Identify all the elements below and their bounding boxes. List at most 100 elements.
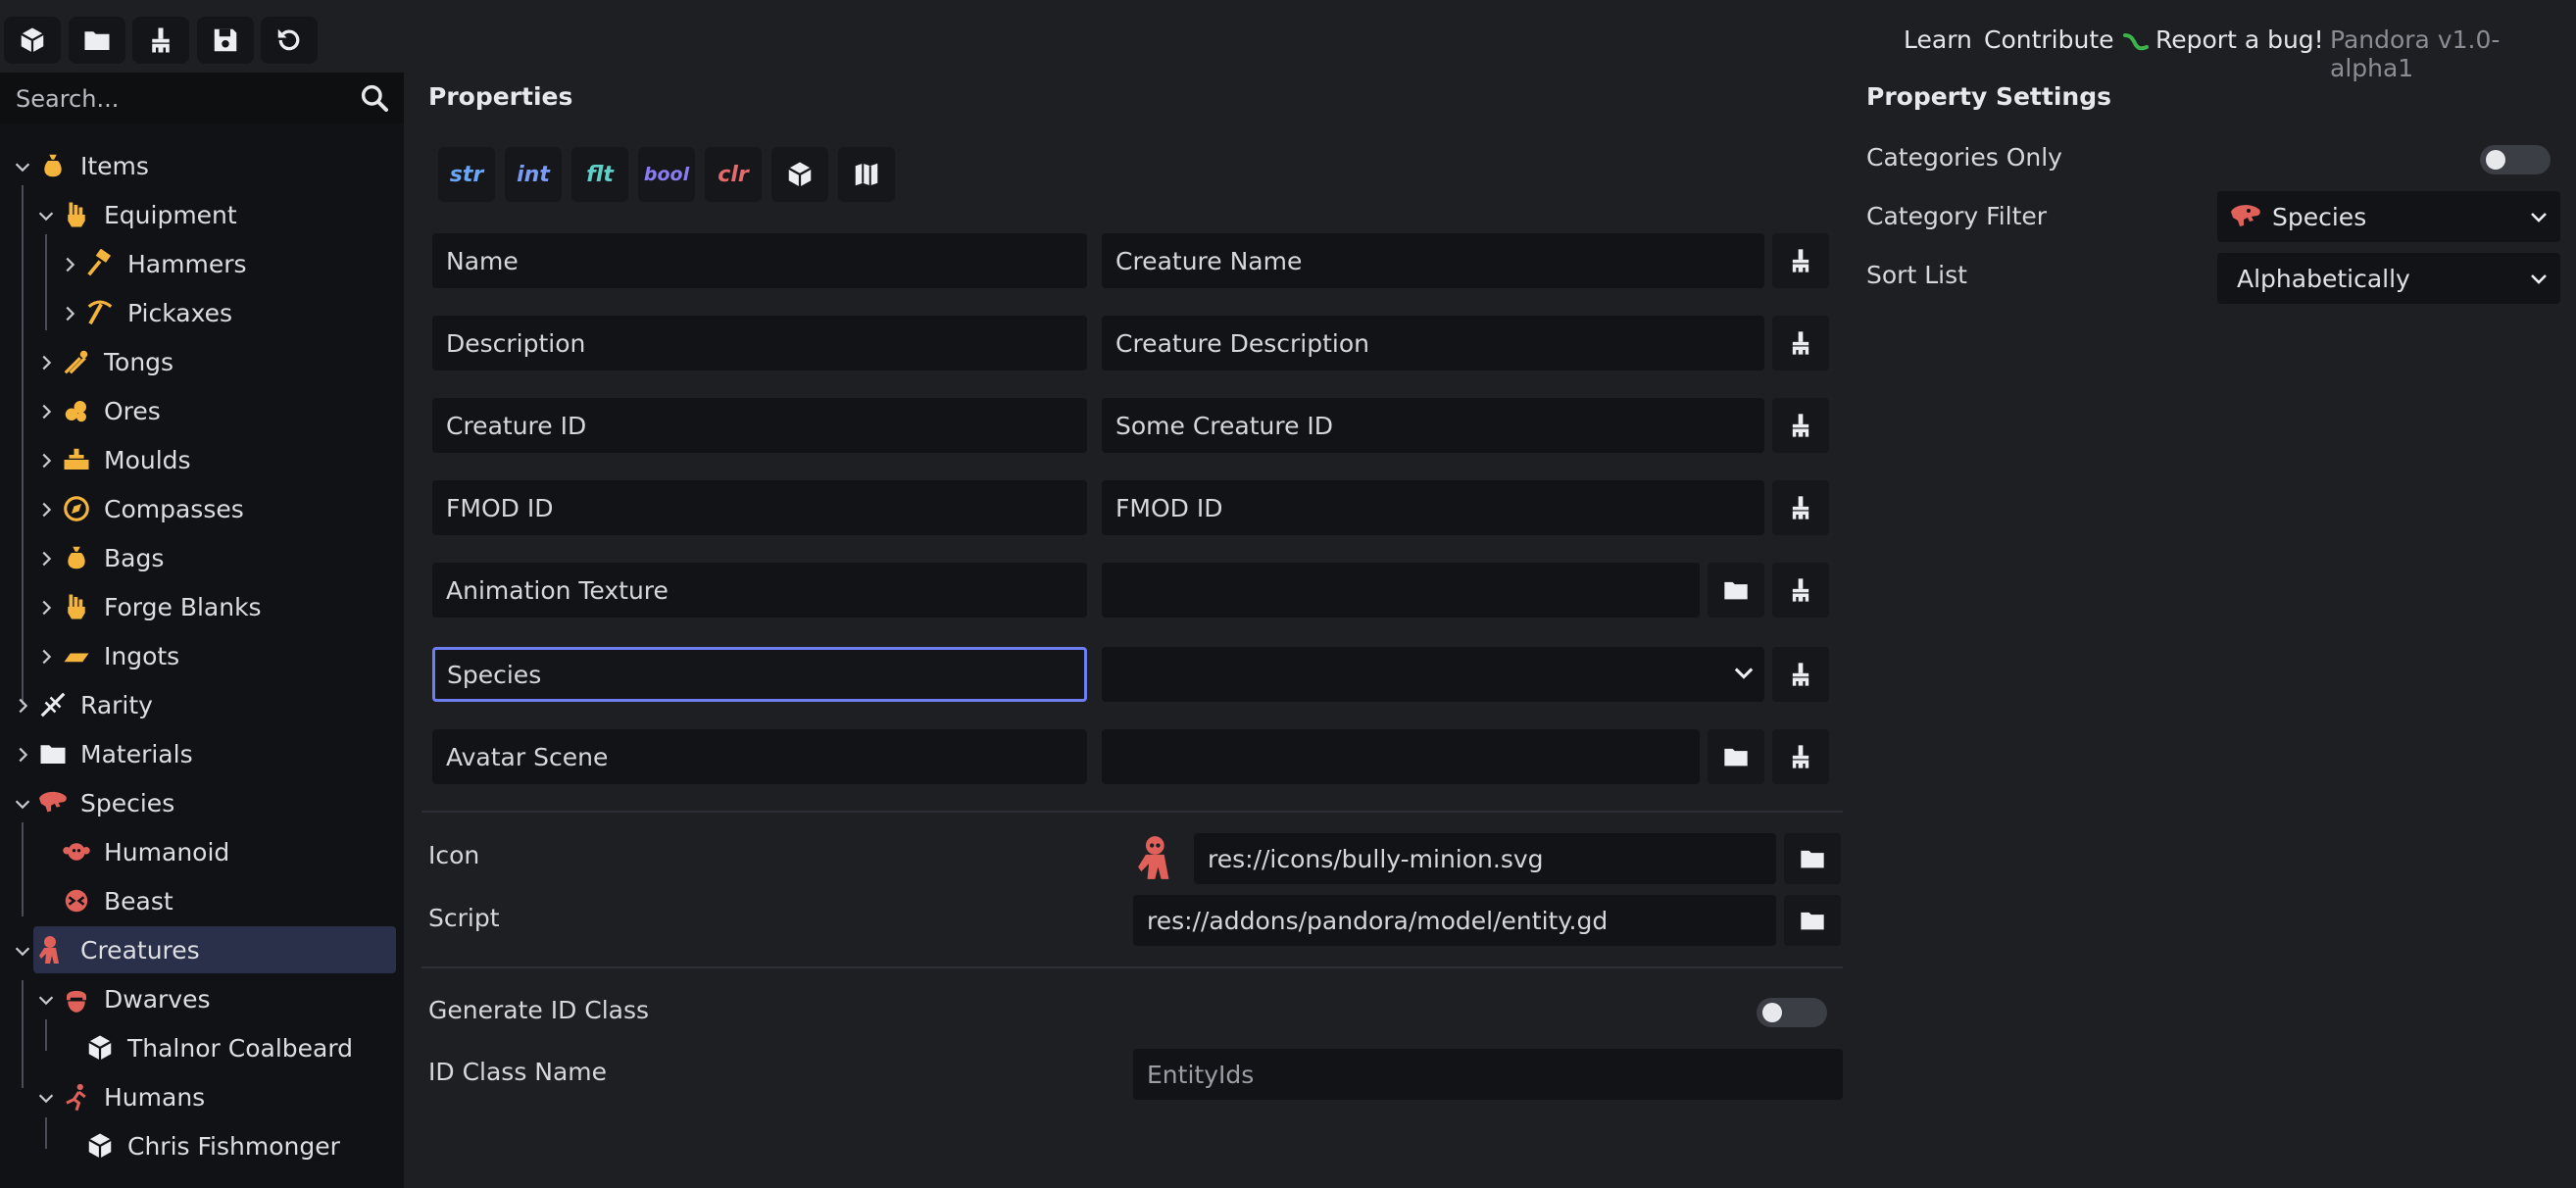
chevron-down-icon[interactable] (12, 155, 33, 176)
property-name-field[interactable]: FMOD ID (432, 480, 1087, 535)
reset-property-button[interactable] (1772, 647, 1829, 702)
search-box[interactable]: Search... (0, 73, 404, 124)
tree-item-ingots[interactable]: Ingots (35, 632, 179, 679)
fist-icon (61, 591, 92, 622)
reset-property-button[interactable] (1772, 480, 1829, 535)
chevron-right-icon[interactable] (12, 694, 33, 716)
add-color-property-button[interactable]: clr (705, 147, 762, 202)
tree-item-label: Beast (104, 886, 173, 916)
chevron-right-icon[interactable] (35, 351, 57, 372)
tree-item-species[interactable]: Species (12, 779, 174, 826)
reset-property-button[interactable] (1772, 729, 1829, 784)
search-input[interactable]: Search... (16, 85, 119, 113)
chevron-right-icon[interactable] (35, 645, 57, 667)
reset-property-button[interactable] (1772, 398, 1829, 453)
chevron-right-icon[interactable] (35, 498, 57, 520)
id-class-name-field[interactable]: EntityIds (1133, 1049, 1843, 1100)
chevron-right-icon[interactable] (35, 400, 57, 421)
categories-only-toggle[interactable] (2480, 145, 2551, 174)
property-value-field[interactable]: FMOD ID (1102, 480, 1764, 535)
reset-property-button[interactable] (1772, 316, 1829, 371)
chevron-right-icon[interactable] (12, 743, 33, 765)
tree-item-pickaxes[interactable]: Pickaxes (59, 289, 232, 336)
add-resource-property-button[interactable] (838, 147, 895, 202)
categories-only-label: Categories Only (1866, 143, 2062, 172)
tree-item-beast[interactable]: Beast (35, 877, 173, 924)
property-name-field[interactable]: Avatar Scene (432, 729, 1087, 784)
browse-script-button[interactable] (1784, 895, 1841, 946)
property-value-field[interactable]: Creature Description (1102, 316, 1764, 371)
category-filter-value: Species (2272, 202, 2367, 231)
save-button[interactable] (197, 17, 254, 64)
script-path-field[interactable]: res://addons/pandora/model/entity.gd (1133, 895, 1776, 946)
tree-item-thalnor-coalbeard[interactable]: Thalnor Coalbeard (59, 1024, 353, 1071)
species-reference-dropdown[interactable] (1102, 647, 1764, 702)
property-value-field[interactable] (1102, 729, 1700, 784)
sort-list-dropdown[interactable]: Alphabetically (2217, 253, 2560, 304)
tree-item-tongs[interactable]: Tongs (35, 338, 173, 385)
tree-item-rarity[interactable]: Rarity (12, 681, 153, 728)
chevron-down-icon[interactable] (35, 988, 57, 1010)
property-name-field[interactable]: Name (432, 233, 1087, 288)
chevron-right-icon[interactable] (35, 596, 57, 618)
tree-item-moulds[interactable]: Moulds (35, 436, 191, 483)
report-bug-link[interactable]: Report a bug! (2155, 25, 2324, 54)
property-name-field[interactable]: Description (432, 316, 1087, 371)
broom-icon (1792, 414, 1809, 437)
browse-file-button[interactable] (1708, 729, 1764, 784)
add-string-property-button[interactable]: str (438, 147, 495, 202)
tree-item-creatures[interactable]: Creatures (12, 926, 200, 973)
browse-file-button[interactable] (1708, 563, 1764, 618)
reset-property-button[interactable] (1772, 233, 1829, 288)
pickaxe-icon (84, 297, 116, 328)
add-bool-property-button[interactable]: bool (638, 147, 695, 202)
clear-button[interactable] (132, 17, 189, 64)
chevron-right-icon[interactable] (59, 253, 80, 274)
compass-icon (61, 493, 92, 524)
chevron-down-icon[interactable] (12, 939, 33, 961)
property-name-field[interactable]: Species (432, 647, 1087, 702)
reset-button[interactable] (261, 17, 318, 64)
tree-item-label: Chris Fishmonger (127, 1131, 340, 1161)
chevron-right-icon[interactable] (35, 547, 57, 569)
browse-icon-button[interactable] (1784, 833, 1841, 884)
tree-item-bags[interactable]: Bags (35, 534, 164, 581)
broom-icon (1792, 496, 1809, 520)
tree-item-equipment[interactable]: Equipment (35, 191, 237, 238)
property-value-field[interactable] (1102, 563, 1700, 618)
mould-icon (61, 444, 92, 475)
add-int-property-button[interactable]: int (505, 147, 562, 202)
icon-path-field[interactable]: res://icons/bully-minion.svg (1194, 833, 1776, 884)
tree-item-compasses[interactable]: Compasses (35, 485, 244, 532)
learn-link[interactable]: Learn (1904, 25, 1972, 54)
dwarf-icon (61, 983, 92, 1015)
chevron-right-icon[interactable] (35, 449, 57, 470)
tree-item-hammers[interactable]: Hammers (59, 240, 247, 287)
property-name-field[interactable]: Creature ID (432, 398, 1087, 453)
property-name-field[interactable]: Animation Texture (432, 563, 1087, 618)
tree-item-humanoid[interactable]: Humanoid (35, 828, 229, 875)
generate-id-class-toggle[interactable] (1757, 998, 1827, 1027)
add-float-property-button[interactable]: flt (571, 147, 628, 202)
search-icon[interactable] (359, 82, 390, 114)
new-entity-button[interactable] (4, 17, 61, 64)
new-category-button[interactable] (69, 17, 125, 64)
contribute-link[interactable]: Contribute (1984, 25, 2114, 54)
chevron-down-icon[interactable] (35, 204, 57, 225)
tree-item-materials[interactable]: Materials (12, 730, 193, 777)
chevron-right-icon[interactable] (59, 302, 80, 323)
tree-item-label: Humans (104, 1082, 206, 1112)
tree-item-humans[interactable]: Humans (35, 1073, 205, 1120)
reset-property-button[interactable] (1772, 563, 1829, 618)
add-reference-property-button[interactable] (771, 147, 828, 202)
tree-item-ores[interactable]: Ores (35, 387, 161, 434)
chevron-down-icon[interactable] (35, 1086, 57, 1108)
tree-item-chris-fishmonger[interactable]: Chris Fishmonger (59, 1122, 340, 1169)
tree-item-forge-blanks[interactable]: Forge Blanks (35, 583, 262, 630)
category-filter-dropdown[interactable]: Species (2217, 191, 2560, 242)
chevron-down-icon[interactable] (12, 792, 33, 814)
property-value-field[interactable]: Some Creature ID (1102, 398, 1764, 453)
property-value-field[interactable]: Creature Name (1102, 233, 1764, 288)
tree-item-items[interactable]: Items (12, 142, 149, 189)
tree-item-dwarves[interactable]: Dwarves (35, 975, 211, 1022)
